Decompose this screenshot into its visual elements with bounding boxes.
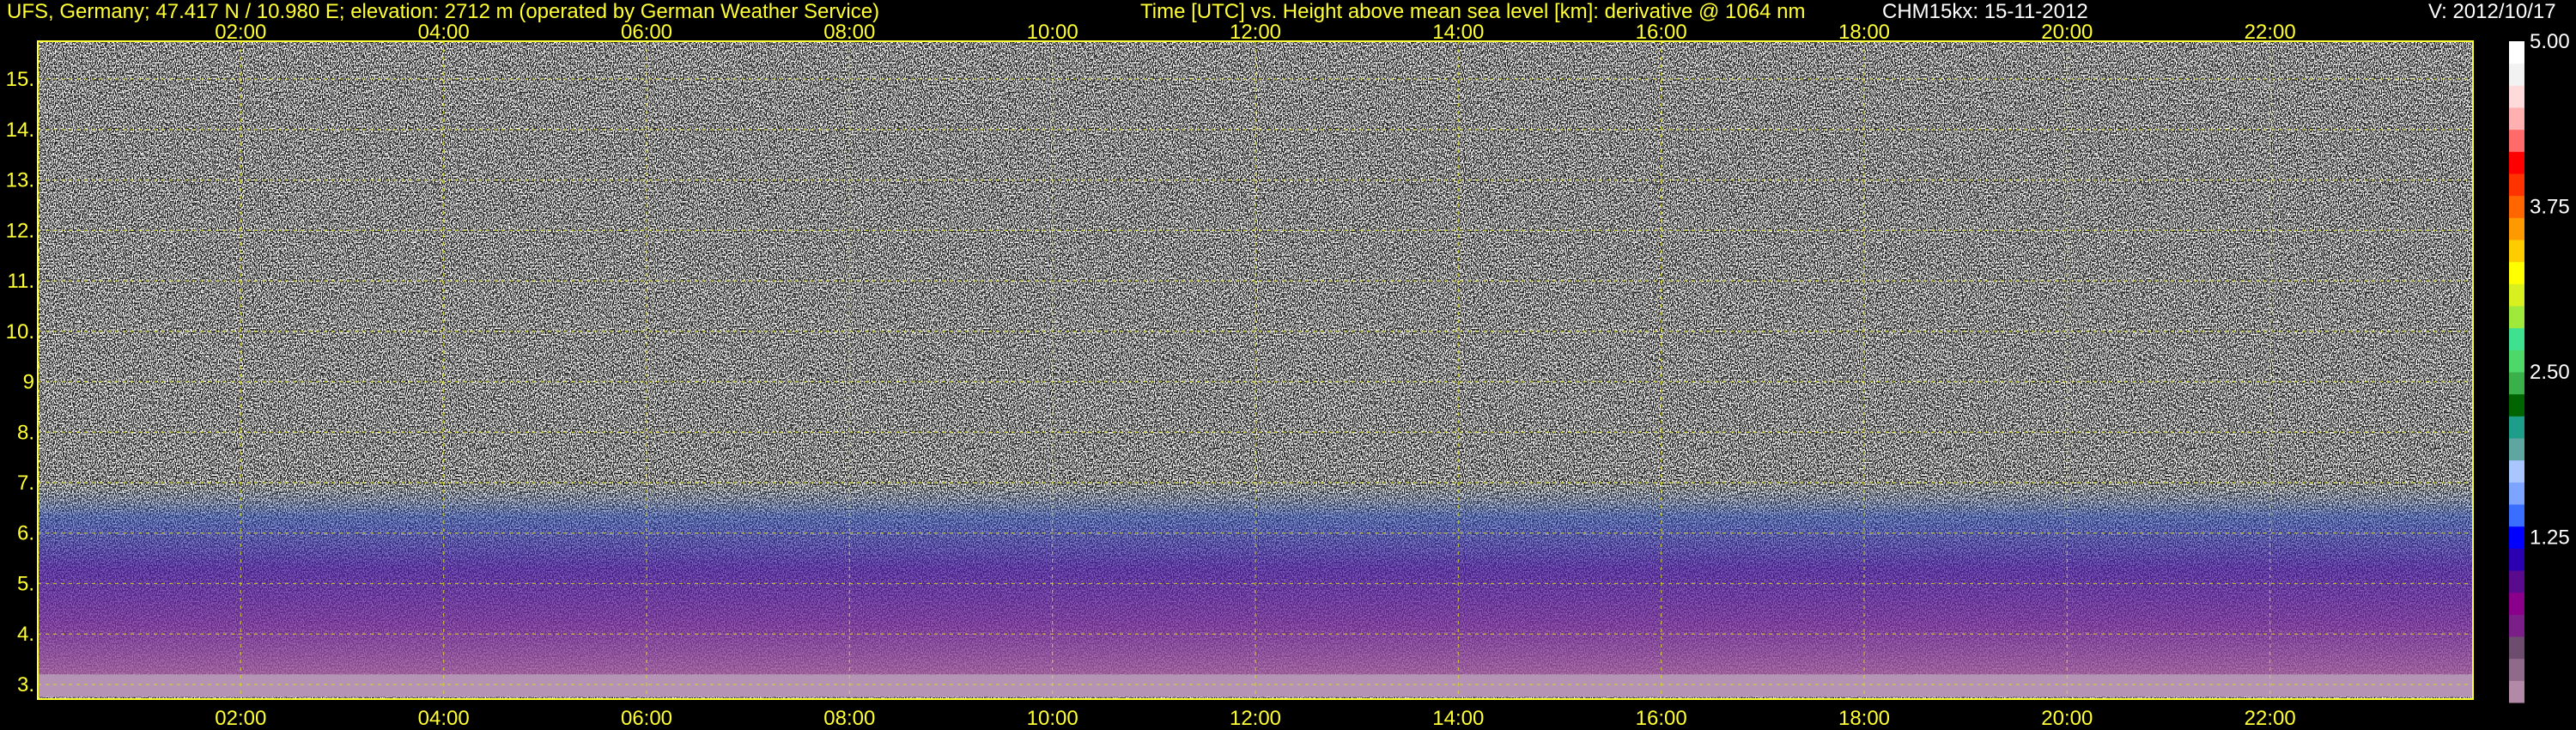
x-tick-label-bottom: 16:00 bbox=[1636, 707, 1687, 730]
colorbar-segment bbox=[2509, 570, 2524, 593]
x-tick-label-top: 10:00 bbox=[1027, 21, 1078, 44]
y-tick-label: 12. bbox=[6, 219, 34, 242]
y-tick-label: 5. bbox=[17, 572, 34, 595]
y-tick-label: 9 bbox=[23, 371, 34, 394]
colorbar-segment bbox=[2509, 416, 2524, 439]
colorbar-segment bbox=[2509, 240, 2524, 263]
colorbar-segment bbox=[2509, 393, 2524, 417]
chart: 02:00 02:00 04:00 04:00 06:00 06:00 08:00 08:00… bbox=[6, 21, 2570, 730]
colorbar-segment bbox=[2509, 63, 2524, 86]
colorbar-segment bbox=[2509, 151, 2524, 174]
y-tick-label: 11. bbox=[7, 270, 34, 293]
x-tick-label-bottom: 04:00 bbox=[418, 707, 470, 730]
x-tick-label-top: 16:00 bbox=[1636, 21, 1687, 44]
x-tick-label-bottom: 12:00 bbox=[1230, 707, 1281, 730]
y-tick-label: 7. bbox=[17, 471, 34, 495]
colorbar-segment bbox=[2509, 504, 2524, 527]
colorbar-segment bbox=[2509, 680, 2524, 703]
x-tick-label-bottom: 02:00 bbox=[215, 707, 266, 730]
y-tick-label: 14. bbox=[6, 119, 34, 142]
y-tick-label: 13. bbox=[6, 169, 34, 192]
colorbar-label: 1.25 bbox=[2530, 526, 2570, 550]
x-tick-label-top: 02:00 bbox=[215, 21, 266, 44]
x-tick-label-bottom: 10:00 bbox=[1027, 707, 1078, 730]
colorbar-segment bbox=[2509, 614, 2524, 637]
colorbar: 5.00 3.75 2.50 1.25 bbox=[2509, 30, 2570, 703]
colorbar-segment bbox=[2509, 350, 2524, 373]
colorbar-segment bbox=[2509, 41, 2524, 64]
colorbar-segment bbox=[2509, 195, 2524, 218]
colorbar-segment bbox=[2509, 482, 2524, 505]
x-tick-label-bottom: 22:00 bbox=[2245, 707, 2296, 730]
x-tick-label-bottom: 08:00 bbox=[823, 707, 875, 730]
colorbar-segment bbox=[2509, 129, 2524, 152]
y-tick-label: 15. bbox=[6, 68, 34, 91]
colorbar-segment bbox=[2509, 261, 2524, 284]
colorbar-segment bbox=[2509, 548, 2524, 571]
colorbar-segment bbox=[2509, 217, 2524, 240]
colorbar-segment bbox=[2509, 459, 2524, 483]
x-tick-label-top: 08:00 bbox=[823, 21, 875, 44]
x-tick-label-top: 12:00 bbox=[1230, 21, 1281, 44]
colorbar-segment bbox=[2509, 327, 2524, 350]
colorbar-label: 2.50 bbox=[2530, 361, 2570, 384]
colorbar-segment bbox=[2509, 592, 2524, 615]
x-tick-label-top: 06:00 bbox=[621, 21, 672, 44]
colorbar-segment bbox=[2509, 107, 2524, 131]
colorbar-segment bbox=[2509, 526, 2524, 549]
colorbar-segment bbox=[2509, 85, 2524, 108]
colorbar-label: 3.75 bbox=[2530, 196, 2570, 219]
x-tick-label-top: 04:00 bbox=[418, 21, 470, 44]
colorbar-segment bbox=[2509, 283, 2524, 307]
colorbar-segment bbox=[2509, 636, 2524, 660]
colorbar-label: 5.00 bbox=[2530, 30, 2570, 53]
x-tick-label-top: 20:00 bbox=[2041, 21, 2093, 44]
colorbar-segment bbox=[2509, 438, 2524, 461]
colorbar-segment bbox=[2509, 658, 2524, 681]
y-tick-label: 8. bbox=[17, 421, 34, 444]
x-tick-label-bottom: 14:00 bbox=[1432, 707, 1484, 730]
colorbar-segment bbox=[2509, 372, 2524, 395]
x-tick-label-top: 22:00 bbox=[2245, 21, 2296, 44]
x-tick-label-top: 14:00 bbox=[1432, 21, 1484, 44]
y-tick-label: 6. bbox=[17, 522, 34, 545]
y-tick-label: 3. bbox=[17, 673, 34, 697]
colorbar-segment bbox=[2509, 306, 2524, 329]
x-tick-label-bottom: 20:00 bbox=[2041, 707, 2093, 730]
x-tick-label-bottom: 06:00 bbox=[621, 707, 672, 730]
colorbar-segment bbox=[2509, 173, 2524, 197]
x-tick-label-top: 18:00 bbox=[1838, 21, 1890, 44]
y-tick-label: 4. bbox=[17, 623, 34, 646]
x-tick-label-bottom: 18:00 bbox=[1838, 707, 1890, 730]
y-tick-label: 10. bbox=[6, 320, 34, 344]
